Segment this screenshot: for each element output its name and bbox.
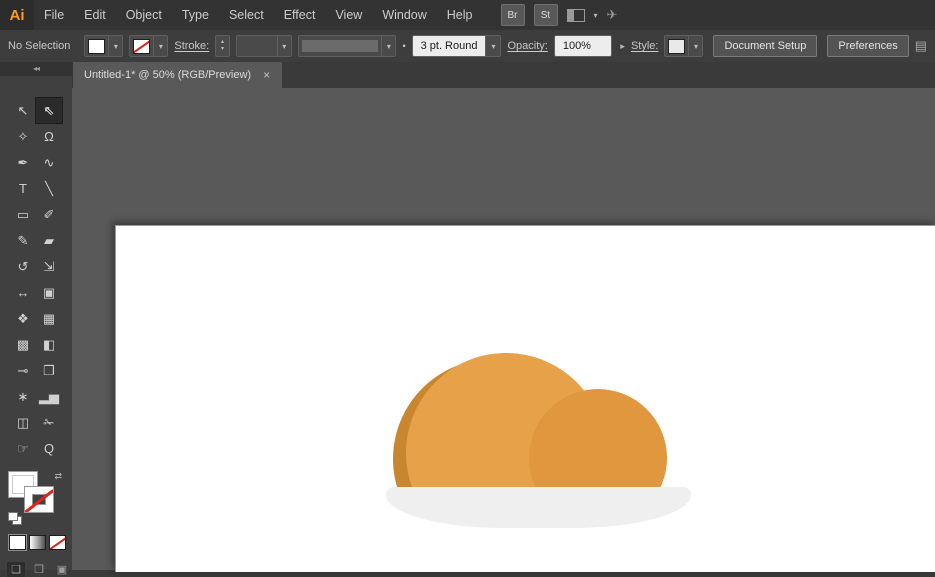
document-tab[interactable]: Untitled-1* @ 50% (RGB/Preview) × [72,62,282,88]
gradient-button[interactable] [29,535,46,550]
menu-file[interactable]: File [34,0,74,30]
default-fill-stroke-icon[interactable] [8,512,20,523]
menu-list: FileEditObjectTypeSelectEffectViewWindow… [34,0,483,30]
menu-view[interactable]: View [325,0,372,30]
swap-fill-stroke-icon[interactable]: ⇄ [54,471,62,482]
panel-toggle-icon[interactable]: ▤ [915,38,927,54]
eraser-tool[interactable]: ▰ [36,228,62,253]
artboard[interactable] [115,225,935,572]
stock-button[interactable]: St [534,4,558,26]
menu-bar: Ai FileEditObjectTypeSelectEffectViewWin… [0,0,935,31]
panel-collapse-button[interactable]: ◂◂ [0,62,72,76]
perspective-grid-tool[interactable]: ▦ [36,306,62,331]
chevron-down-icon[interactable]: ▾ [594,11,598,20]
menu-effect[interactable]: Effect [274,0,326,30]
stepper-up-icon[interactable]: ▴ [221,39,224,46]
mesh-tool[interactable]: ▩ [10,332,36,357]
slice-tool[interactable]: ✁ [36,410,62,435]
hand-tool[interactable]: ☞ [10,436,36,461]
rectangle-tool[interactable]: ▭ [10,202,36,227]
color-mode-buttons [9,535,72,550]
graphic-style-dropdown[interactable]: ▾ [664,35,703,57]
bullet-icon: • [402,41,405,51]
menu-window[interactable]: Window [372,0,436,30]
chevron-down-icon[interactable]: ▾ [108,36,122,56]
paintbrush-tool[interactable]: ✐ [36,202,62,227]
close-icon[interactable]: × [263,68,270,82]
variable-width-profile[interactable]: 3 pt. Round ▾ [412,35,502,57]
tools-grid: ↖⇖✧Ω✒∿T╲▭✐✎▰↺⇲↔▣❖▦▩◧⊸❐∗▂▅◫✁☞Q [0,98,72,461]
width-tool[interactable]: ↔ [10,280,36,305]
menu-type[interactable]: Type [172,0,219,30]
style-label[interactable]: Style: [631,40,659,52]
menu-edit[interactable]: Edit [74,0,116,30]
illustrator-logo-icon: Ai [0,0,34,30]
rotate-tool[interactable]: ↺ [10,254,36,279]
plate-shape[interactable] [386,487,691,528]
chevron-down-icon[interactable]: ▾ [486,35,501,57]
menu-help[interactable]: Help [437,0,483,30]
chevron-down-icon[interactable]: ▾ [153,36,167,56]
symbol-sprayer-tool[interactable]: ∗ [10,384,36,409]
zoom-tool[interactable]: Q [36,436,62,461]
document-tab-strip: Untitled-1* @ 50% (RGB/Preview) × [72,62,935,88]
opacity-label[interactable]: Opacity: [507,40,547,52]
variable-width-value[interactable]: 3 pt. Round [412,35,487,57]
opacity-flyout-arrow-icon[interactable]: ▸ [620,41,625,52]
arrange-documents-icon[interactable] [567,9,585,22]
menubar-buttons: Br St ▾ ✈ [501,4,618,26]
brush-definition-dropdown[interactable]: ▾ [298,35,397,57]
fill-stroke-widget: ⇄ [8,471,62,523]
column-graph-tool[interactable]: ▂▅ [36,384,62,409]
chevron-down-icon[interactable]: ▾ [381,36,395,56]
direct-selection-tool[interactable]: ⇖ [36,98,62,123]
stroke-width-stepper[interactable]: ▴ ▾ [215,35,230,57]
gpu-performance-icon[interactable]: ✈ [607,7,618,23]
menu-select[interactable]: Select [219,0,274,30]
stroke-width-dropdown[interactable]: ▾ [236,35,292,57]
scale-tool[interactable]: ⇲ [36,254,62,279]
lasso-tool[interactable]: Ω [36,124,62,149]
gradient-tool[interactable]: ◧ [36,332,62,357]
selection-tool[interactable]: ↖ [10,98,36,123]
free-transform-tool[interactable]: ▣ [36,280,62,305]
document-setup-button[interactable]: Document Setup [713,35,817,57]
brush-stroke-preview [302,40,379,52]
pen-tool[interactable]: ✒ [10,150,36,175]
cloud-shape-group [391,346,681,491]
shaper-tool[interactable]: ✎ [10,228,36,253]
artboard-tool[interactable]: ◫ [10,410,36,435]
blend-tool[interactable]: ❐ [36,358,62,383]
none-button[interactable] [49,535,66,550]
line-segment-tool[interactable]: ╲ [36,176,62,201]
style-swatch[interactable] [668,39,685,54]
document-tab-title: Untitled-1* @ 50% (RGB/Preview) [84,69,251,81]
shape-builder-tool[interactable]: ❖ [10,306,36,331]
stroke-color-dropdown[interactable]: ▾ [129,35,168,57]
color-button[interactable] [9,535,26,550]
chevron-down-icon[interactable]: ▾ [688,36,702,56]
eyedropper-tool[interactable]: ⊸ [10,358,36,383]
stroke-width-value [237,36,277,56]
fill-color-dropdown[interactable]: ▾ [84,35,123,57]
stepper-down-icon[interactable]: ▾ [221,46,224,53]
selection-status: No Selection [8,40,70,52]
curvature-tool[interactable]: ∿ [36,150,62,175]
magic-wand-tool[interactable]: ✧ [10,124,36,149]
bridge-button[interactable]: Br [501,4,525,26]
stroke-label[interactable]: Stroke: [174,40,209,52]
opacity-input[interactable]: 100% [554,35,613,57]
menu-object[interactable]: Object [116,0,172,30]
pasteboard[interactable] [72,88,935,570]
stroke-swatch-none[interactable] [133,39,150,54]
stroke-proxy-swatch[interactable] [24,486,54,513]
type-tool[interactable]: T [10,176,36,201]
preferences-button[interactable]: Preferences [827,35,908,57]
control-bar: No Selection ▾ ▾ Stroke: ▴ ▾ ▾ ▾ • 3 pt.… [0,30,935,63]
tools-panel: ◂◂ ↖⇖✧Ω✒∿T╲▭✐✎▰↺⇲↔▣❖▦▩◧⊸❐∗▂▅◫✁☞Q ⇄ ❑❒▣ [0,62,73,570]
fill-swatch[interactable] [88,39,105,54]
chevron-down-icon[interactable]: ▾ [277,36,291,56]
